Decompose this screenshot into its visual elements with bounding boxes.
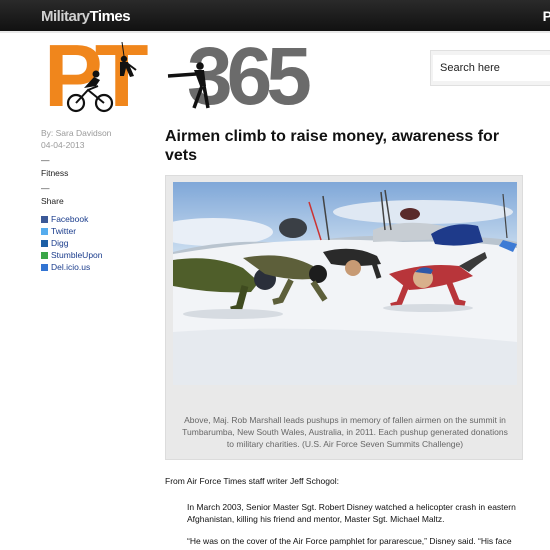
share-links-list: Facebook Twitter Digg StumbleUpon Del.ic… xyxy=(41,213,151,273)
share-heading: Share xyxy=(41,196,64,206)
delicious-icon xyxy=(41,263,48,271)
share-twitter-link[interactable]: Twitter xyxy=(41,225,151,237)
pt365-logo[interactable]: PT 365 xyxy=(44,32,374,120)
share-delicious-link[interactable]: Del.icio.us xyxy=(41,261,151,273)
military-times-logo[interactable]: MilitaryTimes xyxy=(41,8,131,25)
article-title: Airmen climb to raise money, awareness f… xyxy=(165,128,500,164)
author-byline: By: Sara Davidson xyxy=(41,128,112,138)
share-stumbleupon-label: StumbleUpon xyxy=(51,250,103,260)
photo-caption: Above, Maj. Rob Marshall leads pushups i… xyxy=(182,415,508,449)
article-date: 04-04-2013 xyxy=(41,140,85,150)
share-facebook-link[interactable]: Facebook xyxy=(41,213,151,225)
article-body: From Air Force Times staff writer Jeff S… xyxy=(165,475,530,547)
article-paragraph-intro: From Air Force Times staff writer Jeff S… xyxy=(165,476,339,486)
article-paragraph: “He was on the cover of the Air Force pa… xyxy=(187,536,512,546)
article-paragraph: In March 2003, Senior Master Sgt. Robert… xyxy=(187,502,516,524)
athlete-silhouettes-icon xyxy=(66,42,210,113)
share-facebook-label: Facebook xyxy=(51,214,89,224)
share-stumbleupon-link[interactable]: StumbleUpon xyxy=(41,249,151,261)
digg-icon xyxy=(41,239,48,247)
logo-times: Times xyxy=(89,8,131,25)
share-digg-label: Digg xyxy=(51,238,69,248)
search-box xyxy=(430,50,550,86)
search-input[interactable] xyxy=(433,55,550,81)
share-digg-link[interactable]: Digg xyxy=(41,237,151,249)
separator-dash: — xyxy=(41,183,50,193)
stumbleupon-icon xyxy=(41,251,48,259)
category-link-fitness[interactable]: Fitness xyxy=(41,167,151,179)
article-photo-box: Above, Maj. Rob Marshall leads pushups i… xyxy=(165,175,523,460)
separator-dash: — xyxy=(41,155,50,165)
facebook-icon xyxy=(41,215,48,223)
twitter-icon xyxy=(41,227,48,235)
share-delicious-label: Del.icio.us xyxy=(51,262,91,272)
article-photo[interactable] xyxy=(173,182,517,385)
share-twitter-label: Twitter xyxy=(51,226,77,236)
topbar-right-link[interactable]: P xyxy=(543,8,550,24)
logo-military: Military xyxy=(41,8,90,25)
article-sidebar: By: Sara Davidson 04-04-2013 — Fitness —… xyxy=(41,127,151,273)
summit-pushups-photo xyxy=(173,182,517,385)
